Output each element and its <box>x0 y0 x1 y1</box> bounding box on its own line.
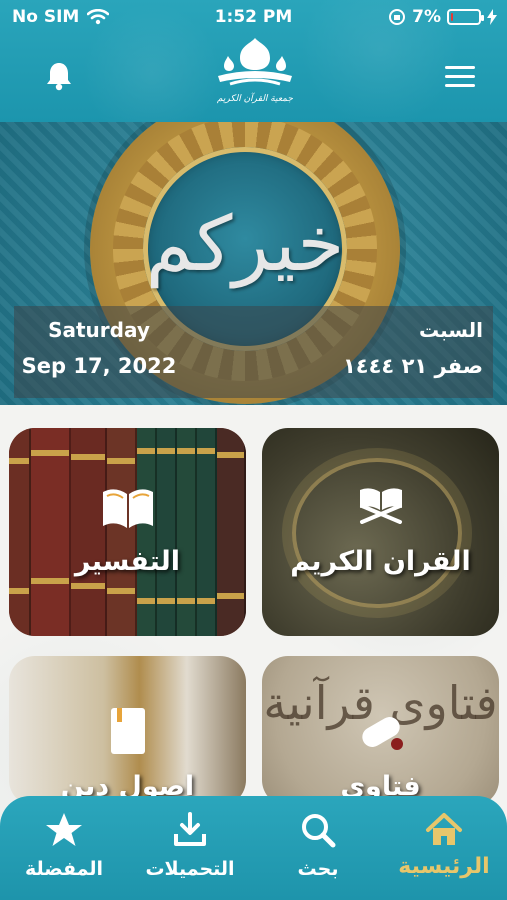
status-right: 7% <box>388 7 497 27</box>
hijri-date: السبت صفر ٢١ ١٤٤٤ <box>333 306 483 378</box>
app-header: No SIM 1:52 PM 7% جمعية القرآن الكريم <box>0 0 507 122</box>
tab-favorites[interactable]: المفضلة <box>1 796 127 900</box>
date-panel: Saturday Sep 17, 2022 السبت صفر ٢١ ١٤٤٤ <box>14 306 493 398</box>
star-icon <box>46 813 82 846</box>
app-logo: جمعية القرآن الكريم <box>210 36 300 118</box>
tab-label-home: الرئيسية <box>398 854 490 879</box>
open-book-icon <box>102 489 153 528</box>
orientation-lock-icon <box>389 9 406 25</box>
tab-label-search: بحث <box>297 858 339 880</box>
tab-home[interactable]: الرئيسية <box>381 796 507 900</box>
mosque-logo-icon <box>218 38 292 86</box>
date-banner: خيركم Saturday Sep 17, 2022 السبت صفر ٢١… <box>0 122 507 405</box>
home-icon <box>426 813 462 845</box>
day-ar: السبت <box>418 318 483 342</box>
quran-stand-icon <box>359 488 402 524</box>
day-en: Saturday <box>48 318 150 342</box>
tile-usul[interactable]: اصول دين <box>9 656 246 806</box>
logo-text: جمعية القرآن الكريم <box>217 94 293 104</box>
bell-icon[interactable] <box>44 60 74 92</box>
bottom-tab-bar: الرئيسية بحث التحميلات المفضلة <box>0 796 507 900</box>
tile-tafsir[interactable]: التفسير <box>9 428 246 636</box>
tile-label-quran: القران الكريم <box>290 546 471 577</box>
calligraphy-text: خيركم <box>145 199 345 288</box>
tile-quran[interactable]: القران الكريم <box>262 428 499 636</box>
download-icon <box>174 812 206 846</box>
date-en: Sep 17, 2022 <box>21 354 177 378</box>
books-image <box>9 428 246 636</box>
tab-label-favorites: المفضلة <box>24 858 104 880</box>
date-ar: صفر ٢١ ١٤٤٤ <box>342 354 483 378</box>
charging-icon <box>487 9 497 25</box>
tile-fatawa[interactable]: فتاوى قرآنية فتاوى <box>262 656 499 806</box>
menu-icon[interactable] <box>445 66 475 88</box>
gregorian-date: Saturday Sep 17, 2022 <box>14 306 184 378</box>
status-bar: No SIM 1:52 PM 7% <box>0 0 507 34</box>
tile-label-tafsir: التفسير <box>74 546 181 577</box>
tab-label-downloads: التحميلات <box>145 858 235 880</box>
tab-downloads[interactable]: التحميلات <box>127 796 253 900</box>
scroll-icon <box>361 717 403 750</box>
quran-ornament <box>292 458 462 608</box>
battery-level <box>451 13 453 21</box>
book-icon <box>110 708 145 754</box>
search-icon <box>302 814 336 848</box>
tab-search[interactable]: بحث <box>255 796 381 900</box>
battery-percent: 7% <box>412 7 441 27</box>
battery-icon <box>447 9 484 25</box>
